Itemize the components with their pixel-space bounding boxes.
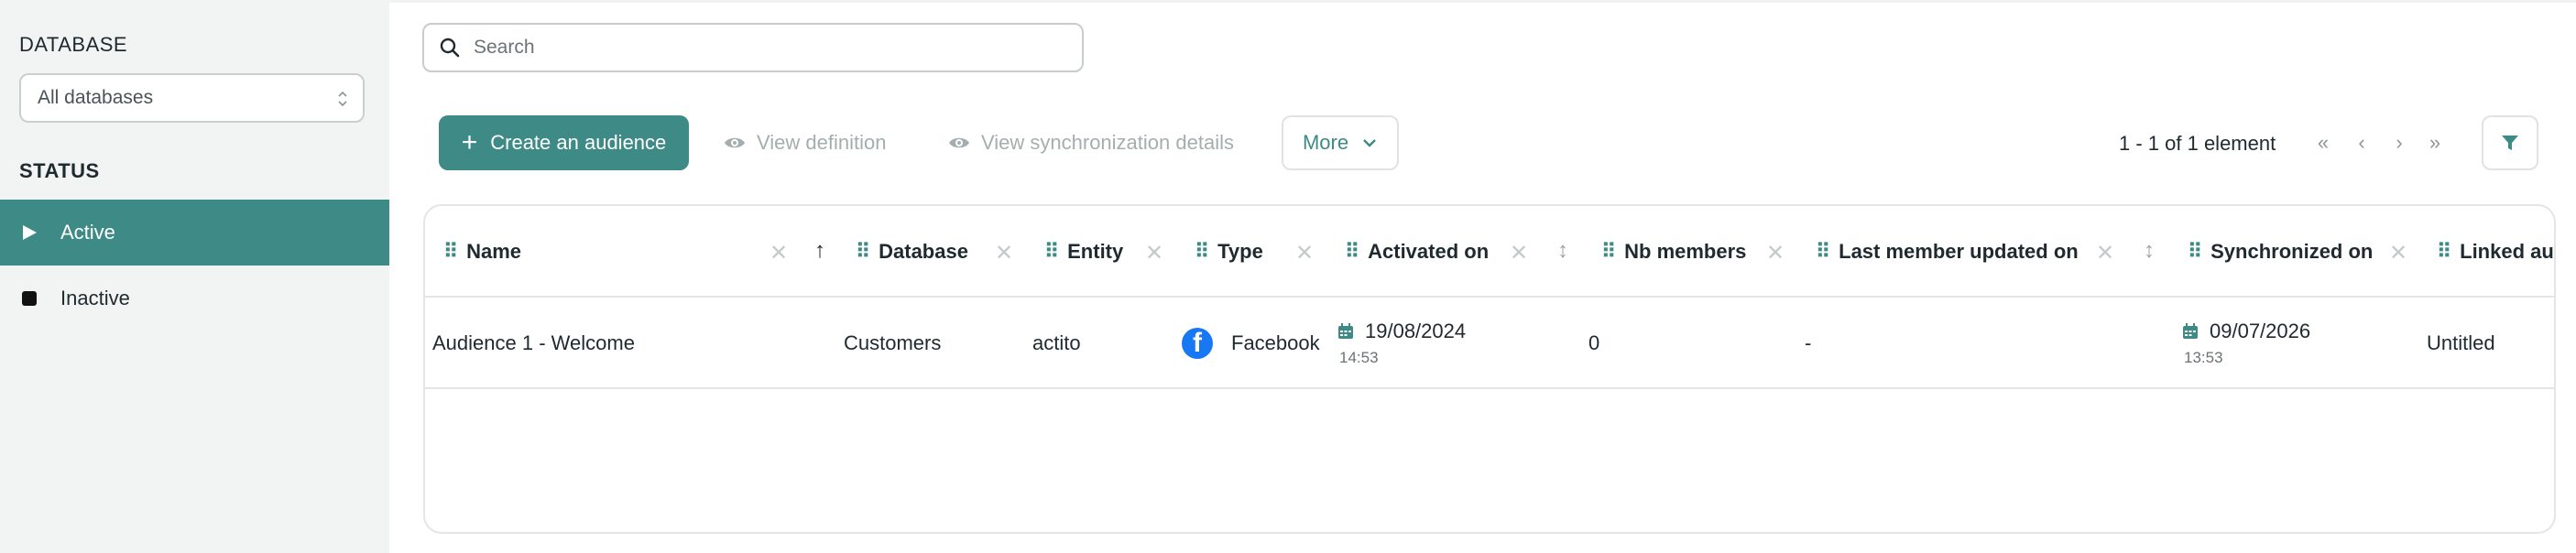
column-label: Linked audience [2460, 240, 2554, 263]
next-page-button[interactable]: › [2385, 129, 2413, 157]
drag-handle-icon[interactable]: ⠿ [1345, 240, 1359, 264]
synchronized-time: 13:53 [2184, 349, 2223, 366]
top-divider [389, 0, 2576, 3]
cell-type: f Facebook [1182, 298, 1320, 389]
column-label: Nb members [1624, 240, 1747, 263]
view-definition-label: View definition [757, 131, 887, 154]
drag-handle-icon[interactable]: ⠿ [1044, 240, 1059, 264]
select-arrows-icon [338, 91, 347, 107]
column-header-synchronized-on[interactable]: ⠿ Synchronized on [2188, 206, 2373, 298]
create-audience-button[interactable]: + Create an audience [439, 115, 689, 170]
view-sync-details-label: View synchronization details [981, 131, 1234, 154]
plus-icon: + [461, 127, 478, 157]
column-header-entity[interactable]: ⠿ Entity [1044, 206, 1123, 298]
last-page-button[interactable]: » [2421, 129, 2449, 157]
table-header: ⠿ Name ✕ ↑ ⠿ Database ✕ ⠿ Entity ✕ ⠿ Typ… [425, 206, 2554, 298]
type-label: Facebook [1231, 331, 1320, 354]
eye-icon [949, 137, 969, 148]
search-input[interactable] [474, 37, 1060, 59]
drag-handle-icon[interactable]: ⠿ [2188, 240, 2202, 264]
sort-icon[interactable]: ↕ [2144, 238, 2155, 264]
eye-icon [725, 137, 745, 148]
clear-column-icon[interactable]: ✕ [1295, 240, 1314, 266]
synchronized-date: 09/07/2026 [2210, 320, 2311, 342]
column-label: Entity [1067, 240, 1124, 263]
view-sync-details-button[interactable]: View synchronization details [948, 115, 1234, 170]
sort-icon[interactable]: ↕ [1557, 238, 1568, 264]
cell-nb-members: 0 [1588, 331, 1600, 354]
calendar-icon [2183, 323, 2198, 339]
drag-handle-icon[interactable]: ⠿ [1601, 240, 1616, 264]
column-header-nb-members[interactable]: ⠿ Nb members [1601, 206, 1746, 298]
column-header-type[interactable]: ⠿ Type [1195, 206, 1263, 298]
drag-handle-icon[interactable]: ⠿ [856, 240, 870, 264]
stop-icon [22, 291, 37, 306]
cell-activated-on: 19/08/2024 14:53 [1337, 298, 1466, 389]
search-icon [440, 38, 460, 58]
database-select-value: All databases [38, 87, 154, 108]
play-icon [23, 225, 37, 240]
sidebar-item-inactive[interactable]: Inactive [0, 266, 389, 331]
facebook-icon: f [1182, 328, 1213, 359]
clear-column-icon[interactable]: ✕ [2389, 240, 2407, 266]
calendar-icon [1338, 323, 1353, 339]
prev-page-button[interactable]: ‹ [2348, 129, 2375, 157]
search-box[interactable] [422, 23, 1084, 72]
column-header-name[interactable]: ⠿ Name [443, 206, 521, 298]
cell-linked-audience: Untitled [2427, 331, 2495, 354]
column-label: Database [879, 240, 968, 263]
cell-synchronized-on: 09/07/2026 13:53 [2182, 298, 2310, 389]
database-label: DATABASE [19, 33, 128, 56]
drag-handle-icon[interactable]: ⠿ [1195, 240, 1209, 264]
drag-handle-icon[interactable]: ⠿ [2437, 240, 2451, 264]
clear-column-icon[interactable]: ✕ [995, 240, 1013, 266]
column-label: Type [1217, 240, 1263, 263]
cell-database: Customers [844, 331, 942, 354]
more-label: More [1302, 131, 1349, 154]
cell-name: Audience 1 - Welcome [432, 331, 635, 354]
status-label: STATUS [19, 159, 100, 182]
sidebar-item-label: Inactive [60, 287, 130, 309]
drag-handle-icon[interactable]: ⠿ [443, 240, 458, 264]
column-header-activated-on[interactable]: ⠿ Activated on [1345, 206, 1489, 298]
column-label: Synchronized on [2210, 240, 2374, 263]
first-page-button[interactable]: « [2309, 129, 2337, 157]
drag-handle-icon[interactable]: ⠿ [1816, 240, 1830, 264]
cell-entity: actito [1032, 331, 1081, 354]
sort-ascending-icon[interactable]: ↑ [814, 238, 825, 264]
cell-last-member-updated: - [1805, 331, 1812, 354]
database-select[interactable]: All databases [19, 73, 365, 123]
column-header-last-member-updated[interactable]: ⠿ Last member updated on [1816, 206, 2079, 298]
clear-column-icon[interactable]: ✕ [2096, 240, 2114, 266]
table-row[interactable]: Audience 1 - Welcome Customers actito f … [425, 298, 2554, 389]
audiences-table: ⠿ Name ✕ ↑ ⠿ Database ✕ ⠿ Entity ✕ ⠿ Typ… [423, 204, 2556, 534]
view-definition-button[interactable]: View definition [724, 115, 886, 170]
pagination-summary: 1 - 1 of 1 element [2119, 132, 2276, 155]
chevron-down-icon [1363, 139, 1376, 147]
sidebar-item-label: Active [60, 221, 115, 244]
activated-time: 14:53 [1339, 349, 1379, 366]
column-header-linked-audience[interactable]: ⠿ Linked audience [2437, 206, 2554, 298]
clear-column-icon[interactable]: ✕ [770, 240, 788, 266]
column-label: Name [466, 240, 522, 263]
column-header-database[interactable]: ⠿ Database [856, 206, 968, 298]
column-label: Last member updated on [1839, 240, 2079, 263]
clear-column-icon[interactable]: ✕ [1766, 240, 1785, 266]
activated-date: 19/08/2024 [1365, 320, 1467, 342]
more-button[interactable]: More [1282, 115, 1399, 170]
clear-column-icon[interactable]: ✕ [1510, 240, 1528, 266]
filter-button[interactable] [2482, 115, 2538, 170]
column-label: Activated on [1368, 240, 1490, 263]
clear-column-icon[interactable]: ✕ [1145, 240, 1163, 266]
sidebar-item-active[interactable]: Active [0, 200, 389, 266]
filter-icon [2502, 136, 2518, 150]
sidebar: DATABASE All databases STATUS Active Ina… [0, 0, 389, 553]
create-audience-label: Create an audience [490, 131, 667, 154]
